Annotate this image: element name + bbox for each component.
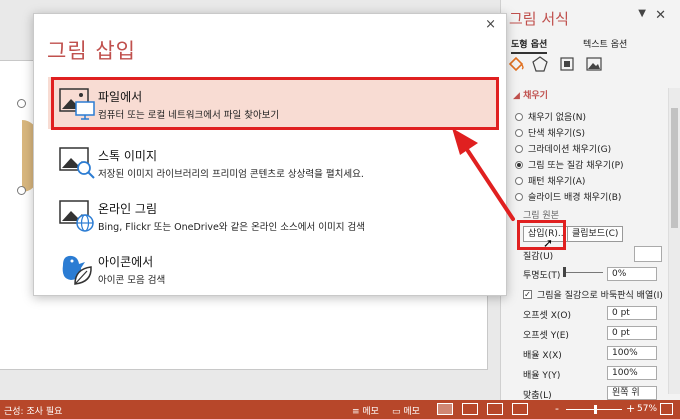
option-title: 스톡 이미지 xyxy=(98,149,158,163)
fill-option-slide-bg[interactable]: 슬라이드 배경 채우기(B) xyxy=(515,190,621,203)
clipboard-button[interactable]: 클립보드(C) xyxy=(567,226,624,242)
pane-scrollbar-thumb[interactable] xyxy=(671,108,678,228)
view-slideshow-icon[interactable] xyxy=(512,403,528,415)
fill-section-header[interactable]: ◢ 채우기 xyxy=(513,88,548,101)
fill-option-solid[interactable]: 단색 채우기(S) xyxy=(515,126,585,139)
radio-icon[interactable] xyxy=(515,128,523,137)
accessibility-status[interactable]: 근성: 조사 필요 xyxy=(4,404,62,417)
align-field[interactable]: 왼쪽 위 xyxy=(607,386,657,400)
picture-icon[interactable] xyxy=(585,56,603,72)
radio-icon[interactable] xyxy=(515,176,523,185)
fill-option-gradient[interactable]: 그라데이션 채우기(G) xyxy=(515,142,611,155)
pane-close-icon[interactable]: ✕ xyxy=(655,8,666,23)
effects-pentagon-icon[interactable] xyxy=(531,56,549,72)
transparency-slider[interactable] xyxy=(563,272,603,273)
option-stock-images[interactable]: 스톡 이미지 저장된 이미지 라이브러리의 프리미엄 콘텐츠로 상상력을 펼치세… xyxy=(48,136,498,188)
pane-scrollbar[interactable] xyxy=(668,88,680,394)
picture-search-icon xyxy=(59,147,95,179)
mouse-cursor-icon: ➚ xyxy=(543,236,554,250)
insert-button-highlight xyxy=(517,220,566,250)
radio-icon[interactable] xyxy=(515,112,523,121)
view-normal-icon[interactable] xyxy=(437,403,453,415)
checkbox-icon[interactable]: ✓ xyxy=(523,290,532,299)
zoom-in-button[interactable]: + xyxy=(626,402,635,415)
scale-x-field[interactable]: 100% xyxy=(607,346,657,360)
fill-bucket-icon[interactable] xyxy=(507,56,525,72)
scale-x-label: 배율 X(X) xyxy=(523,351,562,361)
zoom-slider-thumb[interactable] xyxy=(594,405,597,414)
format-picture-pane: 그림 서식 ▼ ✕ 도형 옵션 텍스트 옵션 ◢ 채우기 채우기 없음(N) 단… xyxy=(500,0,680,400)
texture-picker[interactable] xyxy=(634,246,662,262)
offset-x-label: 오프셋 X(O) xyxy=(523,311,571,321)
option-title: 온라인 그림 xyxy=(98,202,158,216)
offset-x-field[interactable]: 0 pt xyxy=(607,306,657,320)
fill-option-pattern[interactable]: 패턴 채우기(A) xyxy=(515,174,585,187)
size-properties-icon[interactable] xyxy=(558,56,576,72)
pane-title: 그림 서식 xyxy=(509,10,569,28)
selection-handle[interactable] xyxy=(17,186,26,195)
transparency-slider-thumb[interactable] xyxy=(563,267,566,277)
fit-to-window-icon[interactable] xyxy=(660,403,673,415)
option-title: 아이콘에서 xyxy=(98,255,154,269)
pane-options-icon[interactable]: ▼ xyxy=(638,8,646,19)
tile-checkbox-row[interactable]: ✓ 그림을 질감으로 바둑판식 배열(I) xyxy=(523,288,663,301)
radio-icon[interactable] xyxy=(515,144,523,153)
scale-y-label: 배율 Y(Y) xyxy=(523,371,561,381)
option-description: 저장된 이미지 라이브러리의 프리미엄 콘텐츠로 상상력을 펼치세요. xyxy=(98,169,364,180)
zoom-out-button[interactable]: - xyxy=(555,402,559,415)
tab-shape-options[interactable]: 도형 옵션 xyxy=(511,37,548,54)
view-reading-icon[interactable] xyxy=(487,403,503,415)
picture-globe-icon xyxy=(59,200,94,232)
offset-y-field[interactable]: 0 pt xyxy=(607,326,657,340)
scale-y-field[interactable]: 100% xyxy=(607,366,657,380)
option-description: Bing, Flickr 또는 OneDrive와 같은 온라인 소스에서 이미… xyxy=(98,222,366,233)
texture-label: 질감(U) xyxy=(523,252,554,262)
transparency-label: 투명도(T) xyxy=(523,271,561,281)
comments-button[interactable]: ▭ 메모 xyxy=(392,404,420,417)
from-file-highlight xyxy=(51,77,499,130)
dialog-close-icon[interactable]: × xyxy=(485,17,496,32)
transparency-field[interactable]: 0% xyxy=(607,267,657,281)
dialog-title: 그림 삽입 xyxy=(47,39,136,63)
bird-leaf-icon xyxy=(62,255,92,285)
tab-text-options[interactable]: 텍스트 옵션 xyxy=(583,37,627,50)
option-from-icons[interactable]: 아이콘에서 아이콘 모음 검색 xyxy=(48,242,498,294)
view-sorter-icon[interactable] xyxy=(462,403,478,415)
option-online-pictures[interactable]: 온라인 그림 Bing, Flickr 또는 OneDrive와 같은 온라인 … xyxy=(48,189,498,241)
offset-y-label: 오프셋 Y(E) xyxy=(523,331,569,341)
notes-button[interactable]: ≡ 메모 xyxy=(352,404,379,417)
fill-option-picture[interactable]: 그림 또는 질감 채우기(P) xyxy=(515,158,624,171)
status-bar: 근성: 조사 필요 ≡ 메모 ▭ 메모 - + 57% xyxy=(0,400,680,419)
zoom-level[interactable]: 57% xyxy=(637,404,657,414)
insert-picture-dialog: × 그림 삽입 파일에서 컴퓨터 또는 로컬 네트워크에서 파일 찾아보기 스톡… xyxy=(33,13,507,296)
align-label: 맞춤(L) xyxy=(523,391,552,400)
selection-handle[interactable] xyxy=(17,99,26,108)
fill-option-none[interactable]: 채우기 없음(N) xyxy=(515,110,586,123)
radio-icon[interactable] xyxy=(515,192,523,201)
radio-selected-icon[interactable] xyxy=(515,160,523,169)
option-description: 아이콘 모음 검색 xyxy=(98,275,166,286)
